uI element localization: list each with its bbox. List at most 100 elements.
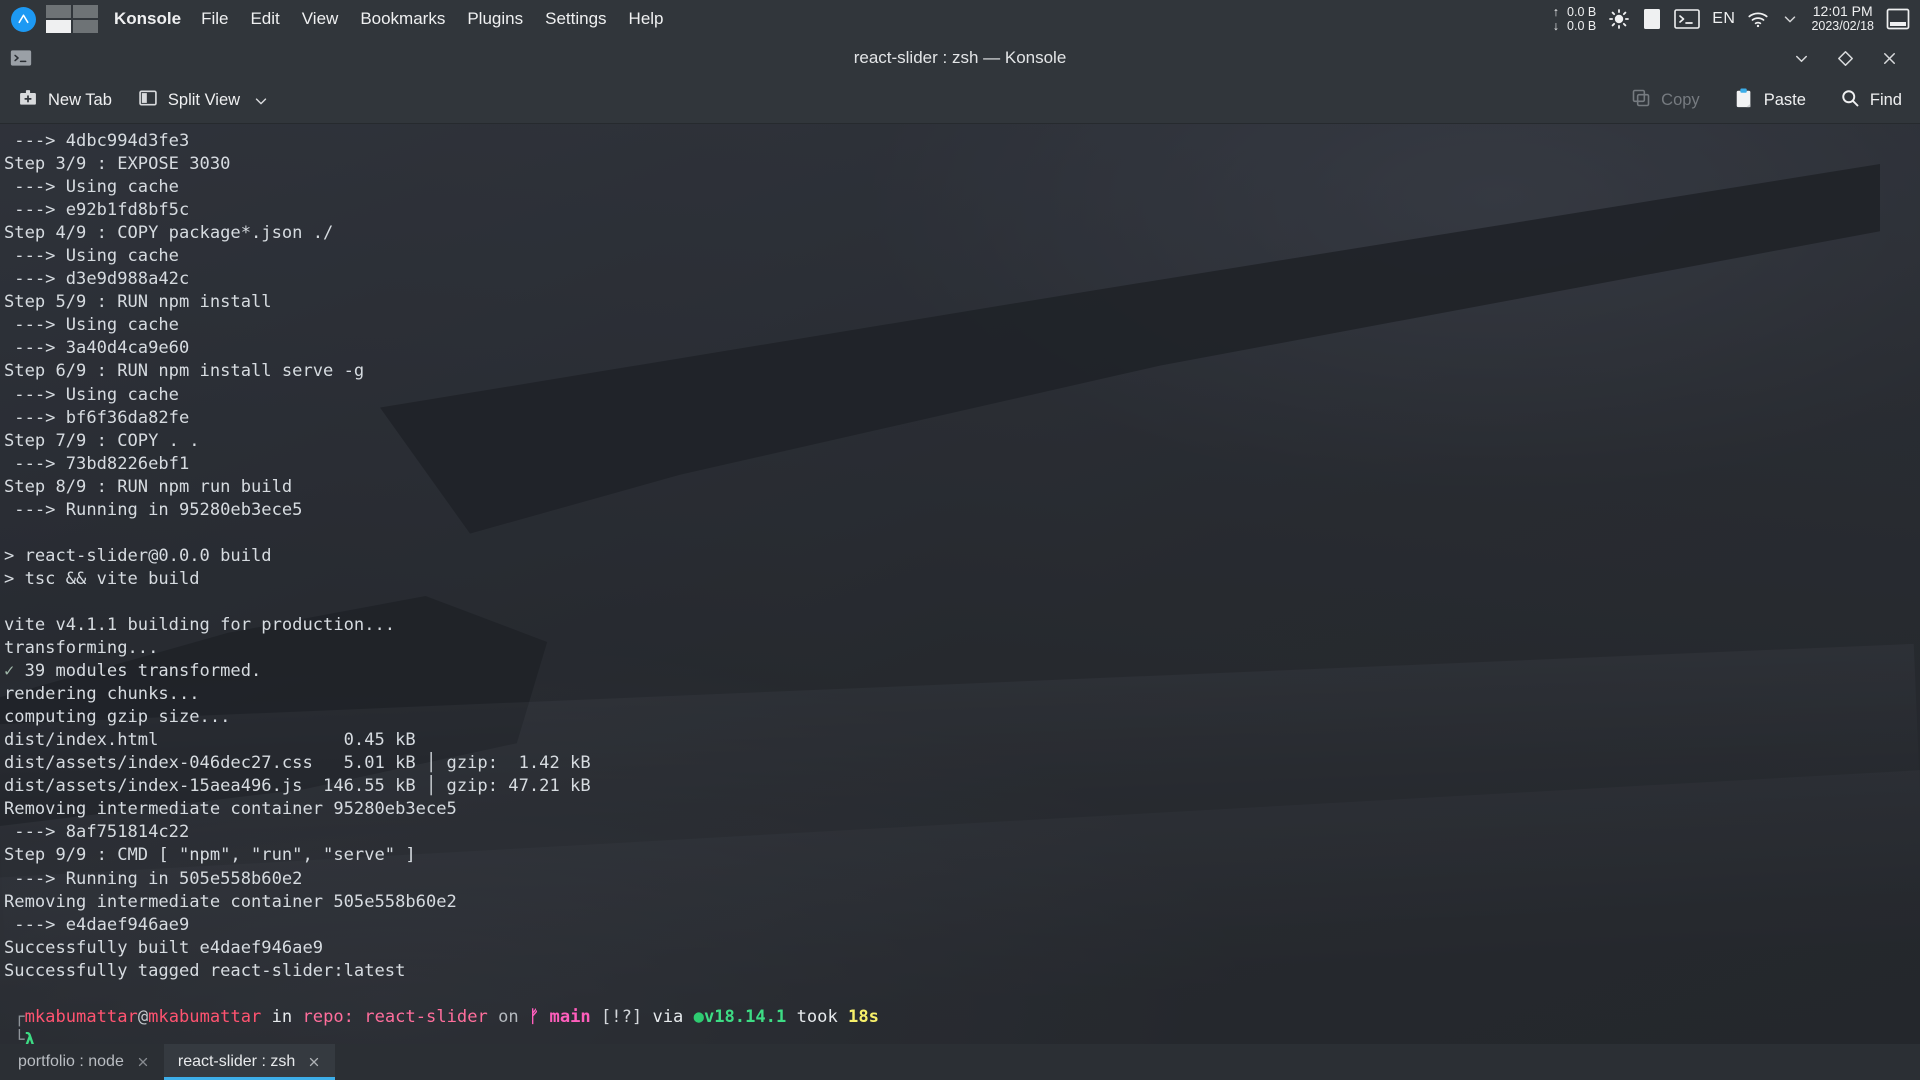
terminal-line: ---> 8af751814c22 [4, 821, 1920, 844]
download-speed-value: 0.0 B [1567, 19, 1596, 33]
upload-speed-value: 0.0 B [1567, 5, 1596, 19]
terminal-line: rendering chunks... [4, 683, 1920, 706]
minimize-button[interactable] [1790, 47, 1812, 69]
terminal-tray-icon[interactable] [1674, 9, 1700, 29]
app-name-label: Konsole [114, 9, 181, 29]
terminal-line: Step 9/9 : CMD [ "npm", "run", "serve" ] [4, 844, 1920, 867]
tab-label: portfolio : node [18, 1053, 124, 1071]
tab-portfolio-node[interactable]: portfolio : node [4, 1044, 164, 1080]
menu-item-help[interactable]: Help [629, 9, 664, 29]
terminal-line: ---> e4daef946ae9 [4, 914, 1920, 937]
paste-label: Paste [1764, 91, 1806, 110]
close-x-icon[interactable] [307, 1055, 321, 1069]
find-label: Find [1870, 91, 1902, 110]
prompt-took-word: took [797, 1007, 838, 1027]
prompt-symbol: λ [25, 1030, 35, 1044]
upload-arrow-icon: ↑ [1553, 5, 1559, 19]
terminal-line: > react-slider@0.0.0 build [4, 545, 1920, 568]
terminal-line: Successfully tagged react-slider:latest [4, 960, 1920, 983]
terminal-line: ---> bf6f36da82fe [4, 407, 1920, 430]
terminal-line: vite v4.1.1 building for production... [4, 614, 1920, 637]
prompt-username: mkabumattar [25, 1007, 138, 1027]
window-titlebar: react-slider : zsh — Konsole [0, 38, 1920, 78]
clock-time: 12:01 PM [1813, 4, 1873, 19]
terminal-line: dist/assets/index-15aea496.js 146.55 kB … [4, 775, 1920, 798]
menu-item-bookmarks[interactable]: Bookmarks [360, 9, 445, 29]
terminal-line: Step 3/9 : EXPOSE 3030 [4, 153, 1920, 176]
copy-icon [1631, 88, 1651, 113]
paste-button[interactable]: Paste [1734, 87, 1806, 114]
terminal-line: ---> Using cache [4, 384, 1920, 407]
pager-desktop-2[interactable] [73, 5, 98, 18]
pager-desktop-4[interactable] [73, 20, 98, 33]
toolbar-right-group: Copy Paste [1597, 87, 1902, 114]
terminal-line: transforming... [4, 637, 1920, 660]
prompt-repo-name: react-slider [364, 1007, 488, 1027]
terminal-line [4, 522, 1920, 545]
terminal-line: ---> Using cache [4, 245, 1920, 268]
split-view-button[interactable]: Split View [138, 88, 240, 113]
clock-date: 2023/02/18 [1811, 19, 1874, 34]
terminal-line: ---> Running in 505e558b60e2 [4, 868, 1920, 891]
download-arrow-icon: ↓ [1553, 19, 1559, 33]
prompt-input-line[interactable]: └λ [4, 1029, 1920, 1044]
close-button[interactable] [1878, 47, 1900, 69]
menu-item-view[interactable]: View [302, 9, 339, 29]
prompt-repo-label: repo: [303, 1007, 354, 1027]
application-launcher-button[interactable] [0, 0, 46, 38]
find-button[interactable]: Find [1840, 88, 1902, 113]
terminal-line: Step 8/9 : RUN npm run build [4, 476, 1920, 499]
terminal-line: ---> Using cache [4, 314, 1920, 337]
copy-button[interactable]: Copy [1631, 88, 1700, 113]
terminal-line: dist/assets/index-046dec27.css 5.01 kB │… [4, 752, 1920, 775]
prompt-line: ┌mkabumattar@mkabumattar in repo: react-… [4, 1006, 1920, 1029]
maximize-button[interactable] [1834, 47, 1856, 69]
git-branch-icon: ᚠ [529, 1007, 539, 1027]
konsole-toolbar: New Tab Split View [0, 78, 1920, 124]
wifi-icon[interactable] [1747, 9, 1769, 29]
prompt-git-status: [!?] [601, 1007, 642, 1027]
split-view-label: Split View [168, 91, 240, 110]
desktop-pager-icon[interactable] [1886, 8, 1910, 30]
terminal-line: ---> 4dbc994d3fe3 [4, 130, 1920, 153]
pager-desktop-3[interactable] [46, 20, 71, 33]
split-view-chevron-down-icon[interactable] [252, 92, 270, 110]
prompt-via-word: via [652, 1007, 683, 1027]
chevron-down-icon[interactable] [1781, 10, 1799, 28]
tab-react-slider-zsh[interactable]: react-slider : zsh [164, 1044, 335, 1080]
window-controls [1790, 47, 1920, 69]
menu-item-settings[interactable]: Settings [545, 9, 606, 29]
search-magnifier-icon [1840, 88, 1860, 113]
terminal-line: Step 5/9 : RUN npm install [4, 291, 1920, 314]
pager-desktop-1[interactable] [46, 5, 71, 18]
clipboard-icon[interactable] [1642, 7, 1662, 31]
prompt-on-word: on [498, 1007, 519, 1027]
terminal-line: dist/index.html 0.45 kB [4, 729, 1920, 752]
check-icon: ✓ [4, 661, 14, 681]
terminal-line [4, 983, 1920, 1006]
nodejs-icon: ● [694, 1007, 704, 1027]
prompt-frame-top-icon: ┌ [14, 1007, 24, 1027]
konsole-icon [8, 47, 34, 69]
kde-logo-icon [11, 7, 36, 32]
digital-clock[interactable]: 12:01 PM 2023/02/18 [1811, 4, 1874, 34]
virtual-desktop-pager[interactable] [46, 4, 100, 34]
menu-item-edit[interactable]: Edit [250, 9, 279, 29]
keyboard-language-indicator[interactable]: EN [1712, 10, 1735, 28]
new-tab-label: New Tab [48, 91, 112, 110]
prompt-hostname: mkabumattar [148, 1007, 261, 1027]
terminal-tabbar: portfolio : node react-slider : zsh [0, 1044, 1920, 1080]
prompt-git-branch: main [550, 1007, 591, 1027]
terminal-view[interactable]: ---> 4dbc994d3fe3Step 3/9 : EXPOSE 3030 … [0, 124, 1920, 1044]
terminal-line: ---> 73bd8226ebf1 [4, 453, 1920, 476]
menu-item-file[interactable]: File [201, 9, 228, 29]
network-speed-widget[interactable]: ↑ ↓ 0.0 B 0.0 B [1553, 5, 1596, 33]
terminal-line: Removing intermediate container 95280eb3… [4, 798, 1920, 821]
close-x-icon[interactable] [136, 1055, 150, 1069]
menu-item-plugins[interactable]: Plugins [467, 9, 523, 29]
system-tray: ↑ ↓ 0.0 B 0.0 B [1553, 0, 1920, 38]
brightness-sun-icon[interactable] [1608, 8, 1630, 30]
terminal-line: Removing intermediate container 505e558b… [4, 891, 1920, 914]
new-tab-button[interactable]: New Tab [18, 88, 112, 113]
terminal-output: ---> 4dbc994d3fe3Step 3/9 : EXPOSE 3030 … [0, 124, 1920, 1044]
